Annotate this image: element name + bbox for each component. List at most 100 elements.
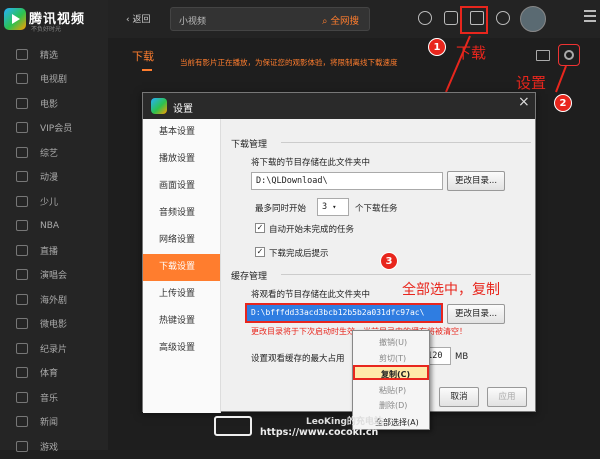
news-icon <box>16 416 28 428</box>
dialog-close-button[interactable]: × <box>518 94 600 110</box>
sidebar-item-label: 游戏 <box>40 442 59 453</box>
cancel-button[interactable]: 取消 <box>439 387 479 407</box>
tab-advanced[interactable]: 高级设置 <box>143 335 220 362</box>
annotation-step-1: 1 <box>428 38 446 56</box>
sidebar-item-label: VIP会员 <box>40 124 73 135</box>
menu-icon[interactable] <box>584 10 596 22</box>
notify-checkbox[interactable]: ✓ <box>255 247 265 257</box>
sidebar-item-label: 微电影 <box>40 320 68 331</box>
search-bar[interactable]: 小视频 ⌕ 全网搜 <box>170 7 370 31</box>
settings-dialog: 设置 基本设置 播放设置 画面设置 音频设置 网络设置 下载设置 上传设置 热键… <box>142 92 536 413</box>
settings-button[interactable] <box>558 44 580 66</box>
page-title[interactable]: 下载 <box>132 48 154 64</box>
top-bar: ‹ 返回 小视频 ⌕ 全网搜 <box>108 0 600 38</box>
notify-label: 下载完成后提示 <box>269 249 329 259</box>
sidebar-item-label: 少儿 <box>40 197 59 208</box>
sidebar-item-label: 动漫 <box>40 173 59 184</box>
sidebar-item-live[interactable]: 直播 <box>0 238 108 263</box>
sidebar-item-news[interactable]: 新闻 <box>0 410 108 435</box>
max-tasks-select[interactable]: 3 ▾ <box>317 198 349 216</box>
vip-icon <box>16 122 28 134</box>
tab-audio[interactable]: 音频设置 <box>143 200 220 227</box>
download-path-field[interactable]: D:\QLDownload\ <box>251 172 443 190</box>
sidebar-item-vip[interactable]: VIP会员 <box>0 116 108 141</box>
tab-upload[interactable]: 上传设置 <box>143 281 220 308</box>
watermark: LeoKing的充电站 https://www.cocokl.cn <box>214 414 484 444</box>
sidebar-item-label: 纪录片 <box>40 344 68 355</box>
menu-item-undo[interactable]: 撤销(U) <box>353 335 429 350</box>
menu-item-paste[interactable]: 粘贴(P) <box>353 383 429 398</box>
tab-network[interactable]: 网络设置 <box>143 227 220 254</box>
sports-icon <box>16 367 28 379</box>
variety-icon <box>16 146 28 158</box>
music-icon <box>16 391 28 403</box>
cache-path-field[interactable]: D:\bfffdd33acd3bcb12b5b2a031dfc97ac\ <box>245 303 443 323</box>
sidebar-item-variety[interactable]: 综艺 <box>0 140 108 165</box>
cache-path-label: 将观看的节目存储在此文件夹中 <box>251 290 371 300</box>
tv-icon <box>16 73 28 85</box>
documentary-icon <box>16 342 28 354</box>
sidebar-item-movies[interactable]: 电影 <box>0 91 108 116</box>
auto-start-checkbox[interactable]: ✓ <box>255 223 265 233</box>
cache-section-title: 缓存管理 <box>231 272 268 282</box>
dialog-title: 设置 <box>173 104 193 115</box>
sidebar-nav: 精选 电视剧 电影 VIP会员 综艺 动漫 少儿 NBA 直播 演唱会 海外剧 … <box>0 42 108 459</box>
history-icon[interactable] <box>418 11 432 25</box>
search-input[interactable]: 小视频 <box>179 14 206 27</box>
menu-item-cut[interactable]: 剪切(T) <box>353 351 429 366</box>
anime-icon <box>16 171 28 183</box>
download-section-title: 下载管理 <box>231 140 268 150</box>
live-icon <box>16 244 28 256</box>
globe-icon <box>16 293 28 305</box>
menu-item-delete[interactable]: 删除(D) <box>353 398 429 413</box>
sidebar-item-tv[interactable]: 电视剧 <box>0 67 108 92</box>
tab-basic[interactable]: 基本设置 <box>143 119 220 146</box>
kids-icon <box>16 195 28 207</box>
sidebar-item-label: 音乐 <box>40 393 59 404</box>
max-tasks-suffix: 个下载任务 <box>355 204 398 214</box>
tab-hotkeys[interactable]: 热键设置 <box>143 308 220 335</box>
sidebar-item-label: 精选 <box>40 50 59 61</box>
dialog-titlebar: 设置 <box>143 93 535 119</box>
download-path-label: 将下载的节目存储在此文件夹中 <box>251 158 371 168</box>
cache-change-dir-button[interactable]: 更改目录... <box>447 304 505 324</box>
annotation-step-3: 3 <box>380 252 398 270</box>
sidebar-item-sports[interactable]: 体育 <box>0 361 108 386</box>
favorite-icon[interactable] <box>444 11 458 25</box>
tab-download[interactable]: 下载设置 <box>143 254 220 281</box>
sidebar-item-anime[interactable]: 动漫 <box>0 165 108 190</box>
sidebar-item-overseas[interactable]: 海外剧 <box>0 287 108 312</box>
sidebar-item-nba[interactable]: NBA <box>0 214 108 239</box>
menu-item-copy[interactable]: 复制(C) <box>353 365 429 380</box>
annotation-settings-label: 设置 <box>516 74 547 92</box>
search-all-button[interactable]: ⌕ 全网搜 <box>322 13 359 27</box>
chevron-down-icon: ▾ <box>332 203 337 211</box>
sidebar-item-label: 直播 <box>40 246 59 257</box>
app-logo-icon <box>151 98 167 114</box>
game-icon <box>16 440 28 452</box>
max-tasks-prefix: 最多同时开始 <box>255 204 307 214</box>
sidebar-item-kids[interactable]: 少儿 <box>0 189 108 214</box>
sidebar-item-concert[interactable]: 演唱会 <box>0 263 108 288</box>
back-button[interactable]: ‹ 返回 <box>126 12 150 25</box>
sidebar-item-documentary[interactable]: 纪录片 <box>0 336 108 361</box>
logo-icon <box>4 8 26 30</box>
sidebar: 腾讯视频 不负好时光 精选 电视剧 电影 VIP会员 综艺 动漫 少儿 NBA … <box>0 0 108 453</box>
active-tab-indicator <box>142 69 152 71</box>
tab-playback[interactable]: 播放设置 <box>143 146 220 173</box>
chevron-down-icon[interactable] <box>496 11 510 25</box>
sidebar-item-microfilm[interactable]: 微电影 <box>0 312 108 337</box>
auto-start-label: 自动开始未完成的任务 <box>269 225 355 235</box>
avatar[interactable] <box>520 6 546 32</box>
sidebar-item-featured[interactable]: 精选 <box>0 42 108 67</box>
tab-picture[interactable]: 画面设置 <box>143 173 220 200</box>
sidebar-item-music[interactable]: 音乐 <box>0 385 108 410</box>
sidebar-item-games[interactable]: 游戏 <box>0 434 108 459</box>
download-change-dir-button[interactable]: 更改目录... <box>447 171 505 191</box>
folder-icon[interactable] <box>536 50 550 61</box>
annotation-copy-hint: 全部选中，复制 <box>402 282 500 298</box>
apply-button[interactable]: 应用 <box>487 387 527 407</box>
max-tasks-value: 3 <box>322 202 328 212</box>
concert-icon <box>16 269 28 281</box>
gear-icon <box>564 50 574 60</box>
